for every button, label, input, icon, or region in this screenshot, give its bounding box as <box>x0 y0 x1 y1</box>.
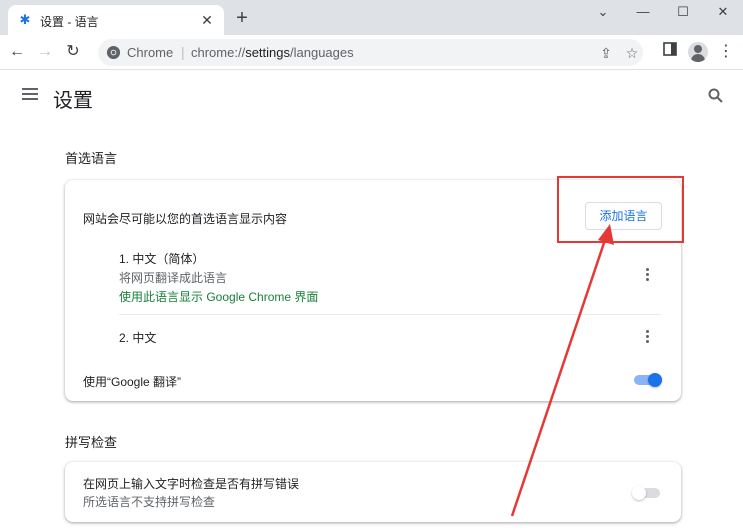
language-subtitle: 将网页翻译成此语言 <box>119 271 228 285</box>
omnibox-url: chrome://settings/languages <box>191 45 354 60</box>
section-title-spell-check: 拼写检查 <box>65 435 118 450</box>
maximize-button[interactable]: ☐ <box>663 0 703 30</box>
reload-button[interactable]: ↻ <box>62 41 84 63</box>
omnibox-site: Chrome <box>127 45 174 60</box>
chrome-icon <box>106 45 121 60</box>
share-icon[interactable]: ⇪ <box>596 43 616 63</box>
language-name: 2. 中文 <box>119 331 157 345</box>
page-title: 设置 <box>53 90 93 112</box>
preferred-languages-description: 网站会尽可能以您的首选语言显示内容 <box>83 212 288 226</box>
language-ui-note: 使用此语言显示 Google Chrome 界面 <box>119 290 319 304</box>
browser-toolbar: ← → ↻ Chrome | chrome://settings/languag… <box>0 35 743 70</box>
close-window-button[interactable]: ✕ <box>703 0 743 30</box>
spell-check-label: 在网页上输入文字时检查是否有拼写错误 <box>83 477 300 491</box>
back-button[interactable]: ← <box>6 41 28 63</box>
spell-check-card: 在网页上输入文字时检查是否有拼写错误 所选语言不支持拼写检查 <box>65 462 681 522</box>
language-item-2: 2. 中文 <box>119 329 156 346</box>
tab-title: 设置 - 语言 <box>40 15 99 29</box>
section-title-preferred-languages: 首选语言 <box>65 151 118 166</box>
close-tab-icon[interactable]: ✕ <box>198 11 216 29</box>
side-panel-icon[interactable] <box>660 42 680 62</box>
language-name: 1. 中文（简体） <box>119 252 205 266</box>
profile-avatar[interactable] <box>688 42 708 62</box>
menu-kebab-icon[interactable]: ⋮ <box>716 42 736 62</box>
annotation-highlight-box <box>557 176 684 243</box>
browser-tab[interactable]: ✱ 设置 - 语言 ✕ <box>8 5 224 35</box>
minimize-button[interactable]: — <box>623 0 663 30</box>
new-tab-button[interactable]: + <box>232 8 252 28</box>
spell-check-toggle[interactable] <box>632 486 660 500</box>
google-translate-label: 使用“Google 翻译” <box>83 375 182 389</box>
omnibox-separator: | <box>181 44 185 60</box>
hamburger-menu-icon[interactable] <box>22 88 38 102</box>
gear-icon: ✱ <box>19 12 31 27</box>
bookmark-star-icon[interactable]: ☆ <box>622 43 642 63</box>
search-icon[interactable] <box>707 87 725 105</box>
language-item-1: 1. 中文（简体） 将网页翻译成此语言 使用此语言显示 Google Chrom… <box>119 250 318 305</box>
tab-search-icon[interactable]: ⌄ <box>583 0 623 30</box>
tab-strip: ✱ 设置 - 语言 ✕ + ⌄ — ☐ ✕ <box>0 0 743 35</box>
divider <box>119 314 661 315</box>
spell-check-sublabel: 所选语言不支持拼写检查 <box>83 495 216 509</box>
google-translate-toggle[interactable] <box>634 373 662 387</box>
language-2-more-icon[interactable] <box>641 330 653 346</box>
avatar <box>688 42 708 62</box>
language-1-more-icon[interactable] <box>641 268 653 284</box>
forward-button[interactable]: → <box>34 41 56 63</box>
omnibox[interactable]: Chrome | chrome://settings/languages ⇪ ☆ <box>98 39 643 66</box>
